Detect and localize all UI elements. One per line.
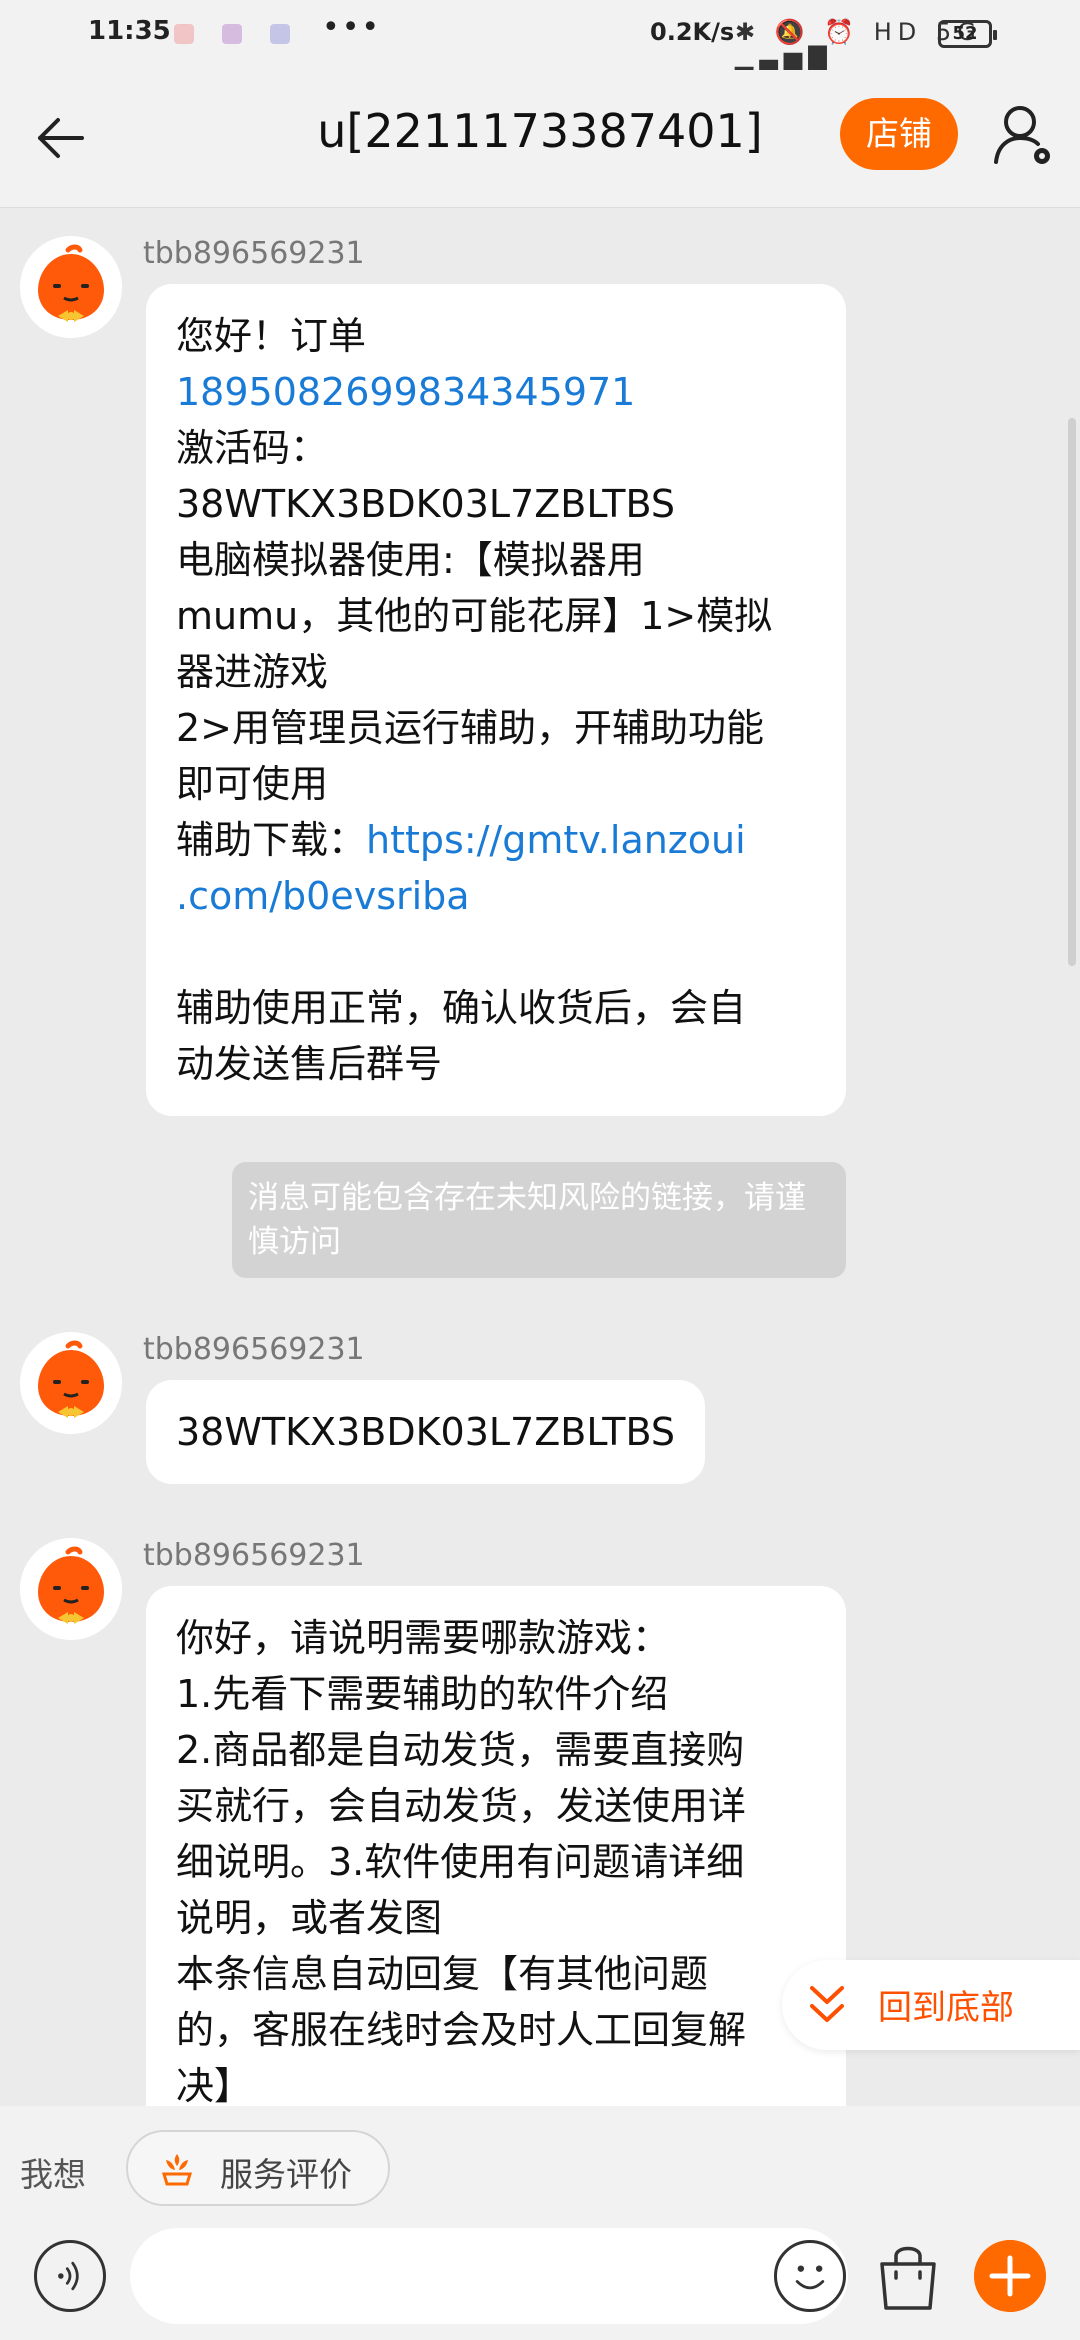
voice-icon[interactable] <box>34 2240 106 2312</box>
plus-icon[interactable] <box>974 2240 1046 2312</box>
battery-icon: 52 <box>938 20 997 48</box>
download-link[interactable]: .com/b0evsriba <box>176 868 816 924</box>
more-notifications-icon: ••• <box>322 10 382 45</box>
shopping-bag-icon[interactable] <box>874 2240 942 2314</box>
notification-app-icon <box>174 24 194 44</box>
message-text-line: mumu，其他的可能花屏】1>模拟 <box>176 594 773 638</box>
order-number-link[interactable]: 1895082699834345971 <box>176 364 816 420</box>
back-arrow-icon[interactable] <box>30 106 94 170</box>
message-text-line: 38WTKX3BDK03L7ZBLTBS <box>176 1410 675 1454</box>
message-bubble[interactable]: 你好，请说明需要哪款游戏： 1.先看下需要辅助的软件介绍 2.商品都是自动发货，… <box>146 1586 846 2106</box>
chat-header: u[2211173387401] 店铺 <box>0 70 1080 208</box>
download-link[interactable]: https://gmtv.lanzoui <box>366 818 746 862</box>
network-speed: 0.2K/s <box>650 18 735 46</box>
message-text-line: 您好！订单 <box>176 314 367 358</box>
message-text-line: 辅助使用正常，确认收货后，会自 <box>176 986 747 1030</box>
message-text-line: 38WTKX3BDK03L7ZBLTBS <box>176 482 675 526</box>
service-rating-icon <box>161 2154 193 2186</box>
back-to-bottom-label: 回到底部 <box>878 1988 1014 2028</box>
message-text-line: 1.先看下需要辅助的软件介绍 <box>176 1672 669 1716</box>
shop-button[interactable]: 店铺 <box>840 98 958 170</box>
status-time: 11:35 <box>88 16 171 46</box>
message-bubble[interactable]: 38WTKX3BDK03L7ZBLTBS <box>146 1380 705 1484</box>
link-risk-notice: 消息可能包含存在未知风险的链接，请谨慎访问 <box>232 1162 846 1278</box>
message-text-line: 的，客服在线时会及时人工回复解 <box>176 2008 747 2052</box>
message-text-line: 你好，请说明需要哪款游戏： <box>176 1616 671 1660</box>
message-text-line: 本条信息自动回复【有其他问题 <box>176 1952 709 1996</box>
sender-name: tbb896569231 <box>143 1538 365 1573</box>
profile-settings-icon[interactable] <box>990 100 1056 170</box>
quick-actions-bar: 我想 服务评价 <box>0 2106 1080 2228</box>
message-text-line: 2.商品都是自动发货，需要直接购 <box>176 1728 745 1772</box>
notification-app-icon <box>222 24 242 44</box>
message-bubble[interactable]: 您好！订单 1895082699834345971 激活码： 38WTKX3BD… <box>146 284 846 1116</box>
notification-app-icon <box>270 24 290 44</box>
message-text-line: 器进游戏 <box>176 650 329 694</box>
chat-message-list[interactable]: tbb896569231 您好！订单 1895082699834345971 激… <box>0 208 1080 2106</box>
service-rating-label: 服务评价 <box>220 2155 352 2194</box>
page-title: u[2211173387401] <box>317 104 763 158</box>
emoji-icon[interactable] <box>774 2240 846 2312</box>
message-text-line: 买就行，会自动发货，发送使用详 <box>176 1784 747 1828</box>
message-text-line: 电脑模拟器使用:【模拟器用 <box>176 538 645 582</box>
sender-name: tbb896569231 <box>143 236 365 271</box>
status-indicator-icons: ✱ 🔕 ⏰ HD 5G ▂▄▆█ <box>735 18 982 74</box>
quick-actions-label: 我想 <box>20 2155 86 2194</box>
scroll-indicator[interactable] <box>1068 418 1076 966</box>
input-bar <box>0 2228 1080 2340</box>
message-text-line: 决】 <box>176 2064 253 2106</box>
back-to-bottom-button[interactable]: 回到底部 <box>782 1960 1080 2050</box>
message-text-line: 动发送售后群号 <box>176 1042 443 1086</box>
message-text-line: 细说明。3.软件使用有问题请详细 <box>176 1840 745 1884</box>
message-text-fragment: 辅助下载： <box>176 818 367 862</box>
message-text-line: 激活码： <box>176 426 329 470</box>
chevron-double-down-icon <box>810 1986 844 2022</box>
message-text-line: 即可使用 <box>176 762 329 806</box>
mascot-avatar-icon[interactable] <box>20 236 122 338</box>
status-bar: 11:35 ••• 0.2K/s ✱ 🔕 ⏰ HD 5G ▂▄▆█ 52 <box>0 0 1080 74</box>
sender-name: tbb896569231 <box>143 1332 365 1367</box>
mascot-avatar-icon[interactable] <box>20 1332 122 1434</box>
service-rating-chip[interactable]: 服务评价 <box>126 2130 390 2206</box>
mascot-avatar-icon[interactable] <box>20 1538 122 1640</box>
message-input[interactable] <box>130 2228 848 2324</box>
message-text-line: 说明，或者发图 <box>176 1896 443 1940</box>
message-text-line: 2>用管理员运行辅助，开辅助功能 <box>176 706 765 750</box>
message-text-line: 辅助下载：https://gmtv.lanzoui <box>176 812 816 868</box>
